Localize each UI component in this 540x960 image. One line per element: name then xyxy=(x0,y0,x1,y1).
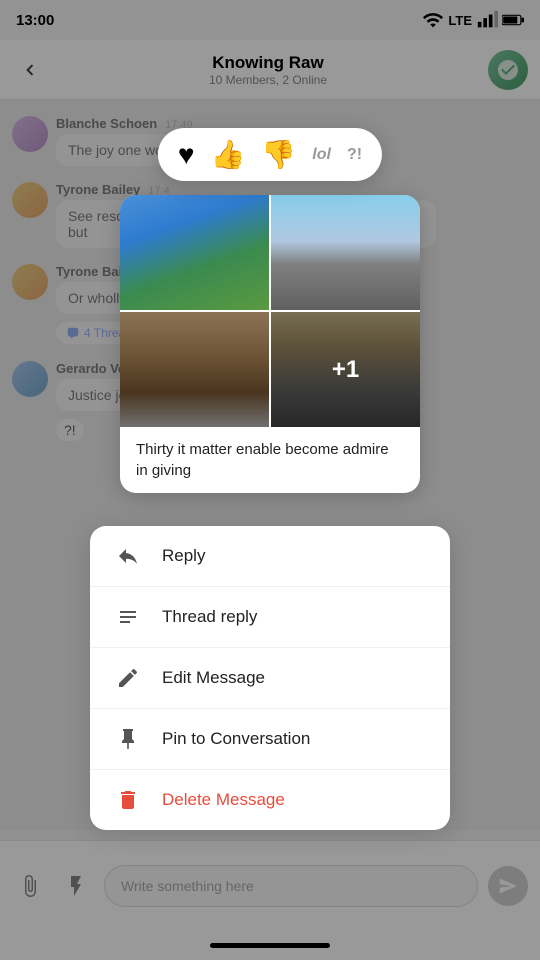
react-thumbsup[interactable]: 👍 xyxy=(211,138,246,171)
menu-pin-label: Pin to Conversation xyxy=(162,729,310,749)
react-thumbsdown[interactable]: 👎 xyxy=(261,138,296,171)
image-cell-3 xyxy=(120,312,269,427)
menu-item-reply[interactable]: Reply xyxy=(90,526,450,587)
menu-item-pin[interactable]: Pin to Conversation xyxy=(90,709,450,770)
edit-icon xyxy=(114,664,142,692)
react-heart[interactable]: ♥ xyxy=(178,139,195,171)
menu-item-delete[interactable]: Delete Message xyxy=(90,770,450,830)
react-lol[interactable]: lol xyxy=(312,146,331,164)
thread-icon xyxy=(114,603,142,631)
image-cell-2 xyxy=(271,195,420,310)
menu-item-thread-reply[interactable]: Thread reply xyxy=(90,587,450,648)
image-cell-1 xyxy=(120,195,269,310)
trash-icon xyxy=(114,786,142,814)
image-preview-card: +1 Thirty it matter enable become admire… xyxy=(120,195,420,493)
menu-delete-label: Delete Message xyxy=(162,790,285,810)
reply-icon xyxy=(114,542,142,570)
image-caption: Thirty it matter enable become admire in… xyxy=(120,427,420,493)
menu-reply-label: Reply xyxy=(162,546,205,566)
pin-icon xyxy=(114,725,142,753)
reaction-popup: ♥ 👍 👎 lol ?! xyxy=(158,128,382,181)
more-images-overlay: +1 xyxy=(271,312,420,427)
react-qi[interactable]: ?! xyxy=(347,146,362,164)
image-cell-4: +1 xyxy=(271,312,420,427)
context-menu: Reply Thread reply Edit Message Pin to C… xyxy=(90,526,450,830)
menu-thread-label: Thread reply xyxy=(162,607,257,627)
menu-item-edit[interactable]: Edit Message xyxy=(90,648,450,709)
image-grid: +1 xyxy=(120,195,420,427)
menu-edit-label: Edit Message xyxy=(162,668,265,688)
